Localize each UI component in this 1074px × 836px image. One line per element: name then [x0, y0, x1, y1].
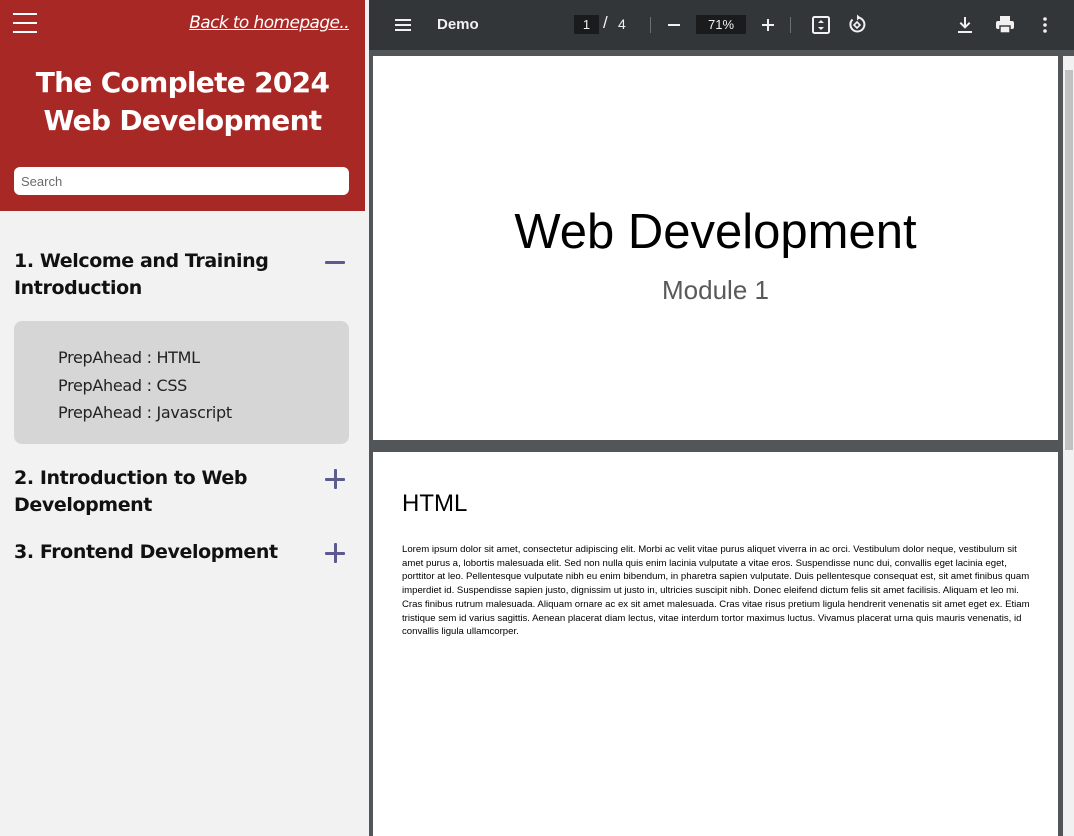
- minus-icon[interactable]: [325, 252, 345, 272]
- page-total: 4: [618, 16, 626, 32]
- lesson-item-css[interactable]: PrepAhead : CSS: [58, 376, 187, 395]
- lesson-item-html[interactable]: PrepAhead : HTML: [58, 348, 200, 367]
- back-to-homepage-link[interactable]: Back to homepage..: [189, 13, 349, 33]
- rotate-icon[interactable]: [845, 13, 869, 37]
- section-2-title[interactable]: 2. Introduction to Web Development: [14, 465, 309, 519]
- page-body-text: Lorem ipsum dolor sit amet, consectetur …: [402, 544, 1030, 638]
- zoom-level-input[interactable]: 71%: [696, 15, 746, 34]
- zoom-in-icon[interactable]: [756, 13, 780, 37]
- page-separator: /: [603, 13, 608, 32]
- toolbar-divider: [650, 17, 651, 33]
- more-vert-icon[interactable]: [1033, 13, 1057, 37]
- viewer-toolbar: Demo 1 / 4 71%: [369, 0, 1074, 50]
- search-input[interactable]: [14, 167, 349, 195]
- course-sidebar: Back to homepage.. The Complete 2024 Web…: [0, 0, 369, 836]
- plus-icon[interactable]: [325, 469, 345, 489]
- menu-icon[interactable]: [391, 13, 415, 37]
- pdf-viewer: Demo 1 / 4 71% Web Development Module 1 …: [369, 0, 1074, 836]
- fit-to-page-icon[interactable]: [809, 13, 833, 37]
- scrollbar-thumb[interactable]: [1065, 70, 1073, 450]
- print-icon[interactable]: [993, 13, 1017, 37]
- zoom-out-icon[interactable]: [662, 13, 686, 37]
- plus-icon[interactable]: [325, 543, 345, 563]
- hamburger-icon[interactable]: [13, 13, 37, 35]
- document-title: Demo: [437, 16, 479, 33]
- slide-title: Web Development: [514, 205, 917, 259]
- page-heading: HTML: [402, 490, 468, 517]
- course-title: The Complete 2024 Web Development: [35, 66, 330, 137]
- download-icon[interactable]: [953, 13, 977, 37]
- section-3-title[interactable]: 3. Frontend Development: [14, 539, 309, 566]
- page-number-input[interactable]: 1: [574, 15, 599, 34]
- pdf-page-1: Web Development Module 1: [373, 56, 1058, 440]
- section-1-title[interactable]: 1. Welcome and Training Introduction: [14, 248, 309, 302]
- section-1-items: PrepAhead : HTML PrepAhead : CSS PrepAhe…: [14, 321, 349, 444]
- slide-subtitle: Module 1: [662, 275, 769, 305]
- toolbar-divider: [790, 17, 791, 33]
- sidebar-header: Back to homepage.. The Complete 2024 Web…: [0, 0, 365, 211]
- pdf-page-2: HTML Lorem ipsum dolor sit amet, consect…: [373, 452, 1058, 836]
- lesson-item-javascript[interactable]: PrepAhead : Javascript: [58, 403, 232, 422]
